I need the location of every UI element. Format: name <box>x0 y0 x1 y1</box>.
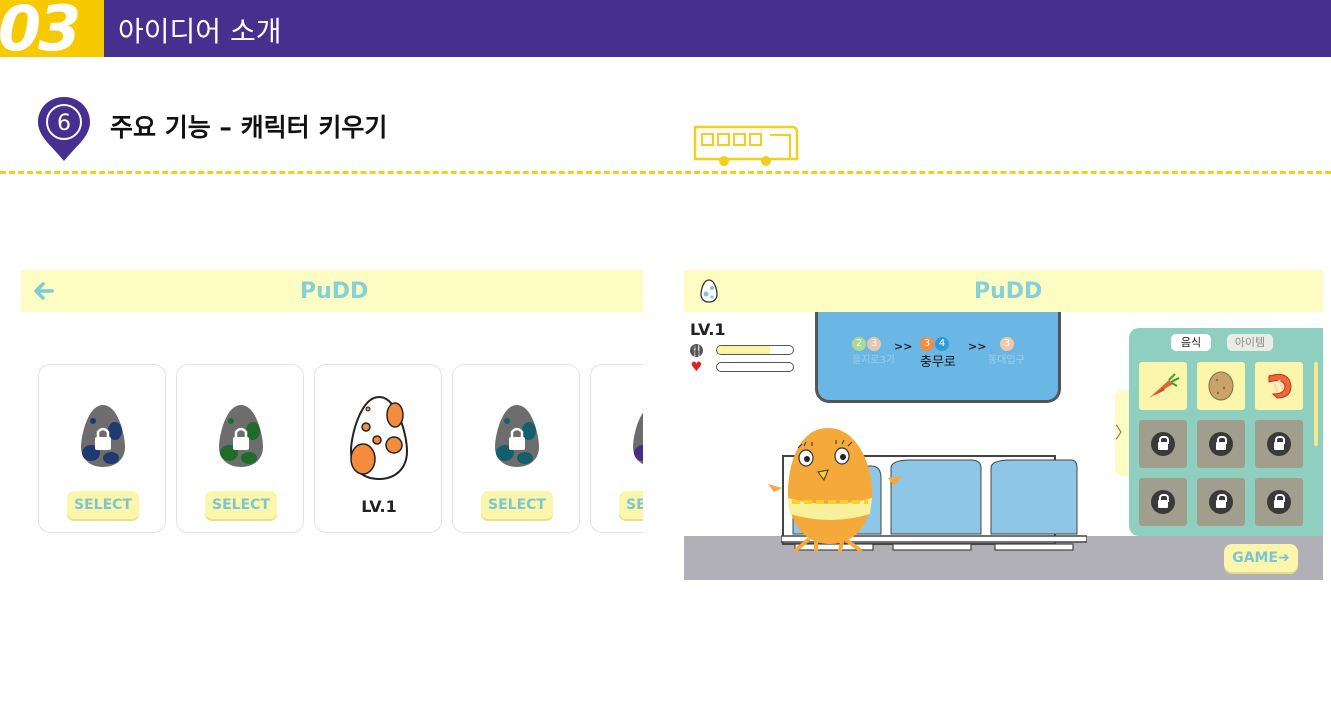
station-separator: >> <box>968 340 987 353</box>
next-station-name: 동대입구 <box>988 355 1025 366</box>
next-station: 3 동대입구 <box>988 337 1025 366</box>
locked-egg-icon <box>495 405 539 467</box>
app-logo: PuDD <box>974 279 1043 304</box>
locked-item <box>1197 478 1245 526</box>
current-station-name: 충무로 <box>920 355 956 370</box>
lock-icon <box>1151 432 1175 456</box>
lock-icon <box>1209 490 1233 514</box>
lock-icon <box>1209 432 1233 456</box>
hunger-stat: 🍴 <box>690 344 800 358</box>
egg-card[interactable]: SELECT <box>176 364 304 533</box>
affection-bar <box>716 362 794 372</box>
egg-card[interactable]: SELECT <box>38 364 166 533</box>
lock-icon <box>1267 490 1291 514</box>
select-button[interactable]: SELECT <box>205 491 277 519</box>
dashed-divider <box>0 171 1331 174</box>
locked-item <box>1197 420 1245 468</box>
locked-item <box>1255 478 1303 526</box>
section-subtitle: 주요 기능 – 캐릭터 키우기 <box>110 113 388 142</box>
egg-card[interactable]: SELECT <box>590 364 643 533</box>
egg-level-label: LV.1 <box>361 497 397 516</box>
select-button[interactable]: SELECT <box>481 491 553 519</box>
feed-menu-panel: 음식 아이템 <box>1129 328 1323 536</box>
lock-icon <box>1267 432 1291 456</box>
game-button[interactable]: GAME➜ <box>1224 544 1298 572</box>
locked-egg-icon <box>81 405 125 467</box>
banner-title: 아이디어 소개 <box>118 15 282 48</box>
section-number-badge: 03 <box>0 0 104 57</box>
egg-card-list[interactable]: SELECT SELECT LV.1 SELECT SE <box>21 355 643 555</box>
lock-icon <box>1151 490 1175 514</box>
tab-items[interactable]: 아이템 <box>1227 334 1273 351</box>
egg-icon[interactable] <box>700 279 718 303</box>
bus-icon <box>693 125 799 166</box>
locked-item <box>1139 478 1187 526</box>
game-screen: PuDD LV.1 🍴 ♥ 23 을지로3가 >> 34 충무로 >> 3 동대… <box>684 270 1323 580</box>
character-level: LV.1 <box>690 320 726 339</box>
chick-character[interactable] <box>768 426 904 552</box>
food-item[interactable] <box>1255 362 1303 410</box>
locked-item <box>1139 420 1187 468</box>
subway-station-display: 23 을지로3가 >> 34 충무로 >> 3 동대입구 <box>815 312 1061 403</box>
prev-station-name: 을지로3가 <box>852 355 896 366</box>
app-logo: PuDD <box>300 279 369 304</box>
section-number: 03 <box>0 0 81 57</box>
station-separator: >> <box>894 340 913 353</box>
menu-scrollbar[interactable] <box>1314 362 1318 446</box>
hunger-bar <box>716 345 794 355</box>
locked-egg-icon <box>633 412 643 465</box>
heart-icon: ♥ <box>690 360 703 375</box>
shrimp-icon <box>1268 373 1292 399</box>
hunger-bar-fill <box>717 346 771 354</box>
back-arrow-icon[interactable] <box>32 281 54 305</box>
egg-card[interactable]: SELECT <box>452 364 580 533</box>
locked-egg-icon <box>219 405 263 467</box>
orange-egg-icon <box>349 395 409 481</box>
select-button[interactable]: SELECT <box>67 491 139 519</box>
marker-number: 6 <box>57 111 71 136</box>
carrot-icon <box>1149 373 1180 398</box>
prev-station: 23 을지로3가 <box>852 337 896 366</box>
food-item[interactable] <box>1139 362 1187 410</box>
affection-stat: ♥ <box>690 361 800 375</box>
map-pin-icon: 6 <box>38 97 90 161</box>
food-item[interactable] <box>1197 362 1245 410</box>
tab-food[interactable]: 음식 <box>1171 334 1211 351</box>
select-button[interactable]: SELECT <box>619 491 643 519</box>
locked-item <box>1255 420 1303 468</box>
egg-card-active[interactable]: LV.1 <box>314 364 442 533</box>
food-icon: 🍴 <box>690 344 704 357</box>
current-station: 34 충무로 <box>920 337 956 370</box>
potato-icon <box>1208 371 1234 401</box>
